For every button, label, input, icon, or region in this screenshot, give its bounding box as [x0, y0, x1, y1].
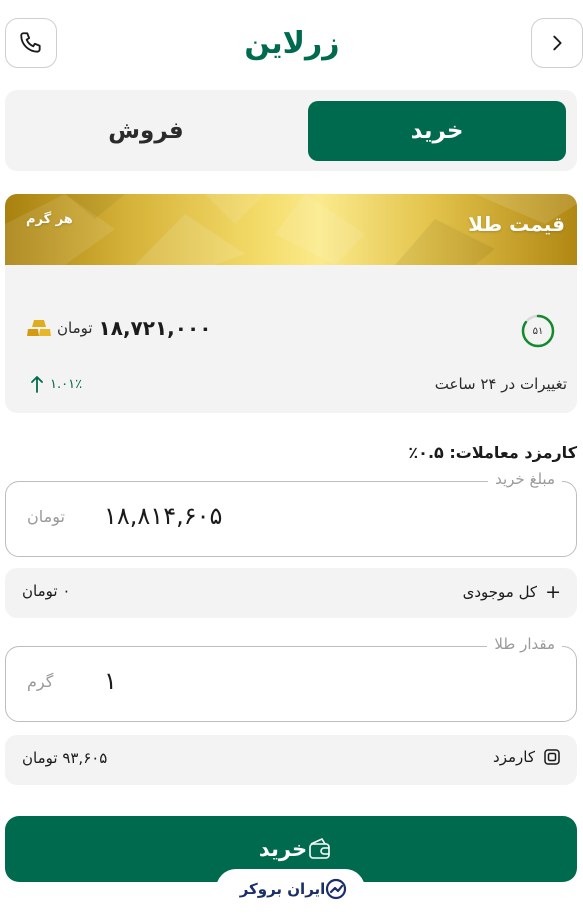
tab-buy[interactable]: خرید [308, 101, 566, 161]
gold-amount-label: مقدار طلا [487, 635, 562, 653]
brand-name: ایران بروکر [239, 880, 326, 898]
phone-button[interactable] [5, 18, 57, 68]
back-button[interactable] [531, 18, 583, 68]
logo-text: زرلاین [244, 26, 339, 61]
price-change: ۱.۰۱٪ [30, 375, 82, 393]
plus-icon: + [545, 581, 561, 603]
gold-bars-icon [27, 320, 51, 336]
trade-tabs: خرید فروش [5, 90, 577, 171]
balance-value: ۰ تومان [22, 582, 71, 600]
phone-icon [20, 32, 41, 53]
balance-label: کل موجودی [462, 583, 538, 601]
gold-amount-input[interactable]: ۱ [104, 667, 117, 695]
fee-label: کارمزد [493, 748, 535, 766]
gold-amount-field[interactable]: مقدار طلا ۱ گرم [5, 635, 577, 722]
wallet-icon [309, 838, 330, 859]
gold-price-value: ۱۸,۷۲۱,۰۰۰ [98, 316, 212, 340]
arrow-up-icon [31, 376, 43, 393]
price-change-label: تغییرات در ۲۴ ساعت [434, 375, 567, 393]
fee-row: کارمزد ۹۳,۶۰۵ تومان [5, 735, 577, 785]
gold-price-card: قیمت طلا هر گرم تومان ۱۸,۷۲۱,۰۰۰ ۵۱ ۱.۰۱… [5, 194, 577, 413]
fee-info: کارمزد [493, 748, 561, 766]
buy-amount-input[interactable]: ۱۸,۸۱۴,۶۰۵ [104, 502, 222, 530]
gold-price-unit: هر گرم [26, 212, 73, 227]
balance-row: + کل موجودی ۰ تومان [5, 568, 577, 618]
submit-buy-label: خرید [258, 837, 308, 861]
zarline-logo: زرلاین [244, 26, 339, 61]
chart-logo-icon [326, 878, 347, 900]
tab-sell[interactable]: فروش [17, 101, 275, 161]
buy-amount-label: مبلغ خرید [488, 470, 562, 488]
refresh-timer: ۵۱ [521, 314, 555, 348]
price-change-value: ۱.۰۱٪ [50, 376, 83, 392]
app-header: زرلاین [0, 0, 583, 88]
receipt-icon [544, 749, 560, 765]
gold-amount-unit: گرم [27, 672, 54, 691]
gold-price-header: قیمت طلا هر گرم [5, 194, 577, 265]
chevron-right-icon [553, 35, 562, 51]
trade-fee-note: کارمزد معاملات: ۰.۵٪ [408, 443, 577, 462]
gold-price-title: قیمت طلا [468, 212, 565, 236]
buy-amount-field[interactable]: مبلغ خرید ۱۸,۸۱۴,۶۰۵ تومان [5, 470, 577, 557]
use-full-balance[interactable]: + کل موجودی [463, 581, 561, 603]
iranbroker-badge: ایران بروکر [216, 869, 365, 909]
price-row: تومان ۱۸,۷۲۱,۰۰۰ [27, 316, 211, 340]
fee-value: ۹۳,۶۰۵ تومان [22, 749, 108, 767]
buy-amount-unit: تومان [27, 507, 65, 526]
price-currency: تومان [57, 319, 93, 337]
timer-seconds: ۵۱ [532, 325, 544, 337]
